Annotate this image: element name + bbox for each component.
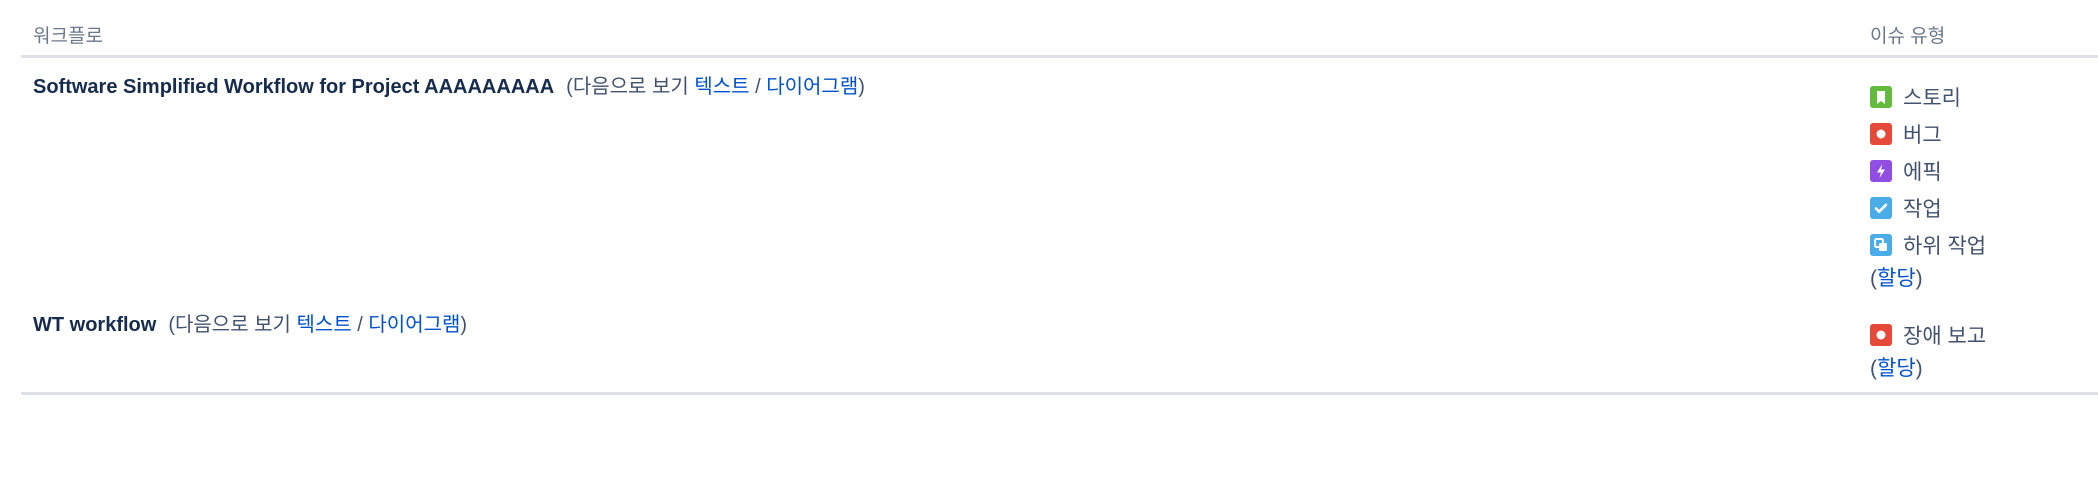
view-text-link[interactable]: 텍스트 — [694, 76, 749, 98]
view-as-group: (다음으로 보기 텍스트 / 다이어그램) — [566, 76, 865, 98]
view-diagram-link[interactable]: 다이어그램 — [766, 76, 858, 98]
assign-open-paren: ( — [1870, 357, 1877, 380]
workflow-name: WT workflow — [33, 314, 157, 336]
workflow-column-header: 워크플로 — [33, 26, 103, 47]
view-as-group: (다음으로 보기 텍스트 / 다이어그램) — [168, 314, 467, 336]
issue-type-label: 장애 보고 — [1903, 324, 1987, 348]
issue-type-label: 스토리 — [1903, 86, 1961, 110]
workflow-scheme-table: 워크플로 이슈 유형 Software Simplified Workflow … — [21, 0, 2098, 395]
issue-types-cell: 장애 보고 (할당) — [1870, 316, 1986, 383]
view-as-label: (다음으로 보기 — [566, 76, 695, 98]
issue-type-subtask: 하위 작업 — [1870, 226, 1986, 263]
view-as-label: (다음으로 보기 — [168, 314, 297, 336]
issue-types-cell: 스토리 버그 에픽 작업 하위 작업 (할당) — [1870, 78, 1986, 293]
workflow-name: Software Simplified Workflow for Project… — [33, 76, 555, 98]
assign-group: (할당) — [1870, 355, 1986, 383]
assign-link[interactable]: 할당 — [1877, 267, 1916, 290]
issue-type-bug: 버그 — [1870, 115, 1986, 152]
bug-icon — [1870, 122, 1892, 145]
incident-icon — [1870, 323, 1892, 346]
assign-open-paren: ( — [1870, 267, 1877, 290]
workflow-cell: Software Simplified Workflow for Project… — [33, 72, 865, 102]
issue-type-label: 작업 — [1903, 197, 1942, 221]
issue-types-column-header: 이슈 유형 — [1870, 26, 1946, 47]
assign-close-paren: ) — [1915, 357, 1923, 380]
view-separator: / — [749, 76, 767, 98]
assign-close-paren: ) — [1915, 267, 1923, 290]
view-diagram-link[interactable]: 다이어그램 — [368, 314, 460, 336]
view-text-link[interactable]: 텍스트 — [297, 314, 352, 336]
task-icon — [1870, 196, 1892, 219]
view-separator: / — [351, 314, 369, 336]
issue-type-incident: 장애 보고 — [1870, 316, 1986, 353]
issue-type-story: 스토리 — [1870, 78, 1986, 115]
workflow-cell: WT workflow (다음으로 보기 텍스트 / 다이어그램) — [33, 310, 467, 340]
story-icon — [1870, 85, 1892, 108]
issue-type-task: 작업 — [1870, 189, 1986, 226]
table-header: 워크플로 이슈 유형 — [21, 0, 2098, 58]
view-close-paren: ) — [858, 76, 865, 98]
subtask-icon — [1870, 233, 1892, 256]
assign-group: (할당) — [1870, 265, 1986, 293]
issue-type-label: 하위 작업 — [1903, 234, 1987, 258]
issue-type-label: 버그 — [1903, 123, 1942, 147]
epic-icon — [1870, 159, 1892, 182]
table-row: WT workflow (다음으로 보기 텍스트 / 다이어그램) 장애 보고 (… — [21, 298, 2098, 395]
table-row: Software Simplified Workflow for Project… — [21, 58, 2098, 298]
assign-link[interactable]: 할당 — [1877, 357, 1916, 380]
view-close-paren: ) — [460, 314, 468, 336]
issue-type-epic: 에픽 — [1870, 152, 1986, 189]
issue-type-label: 에픽 — [1903, 160, 1942, 184]
